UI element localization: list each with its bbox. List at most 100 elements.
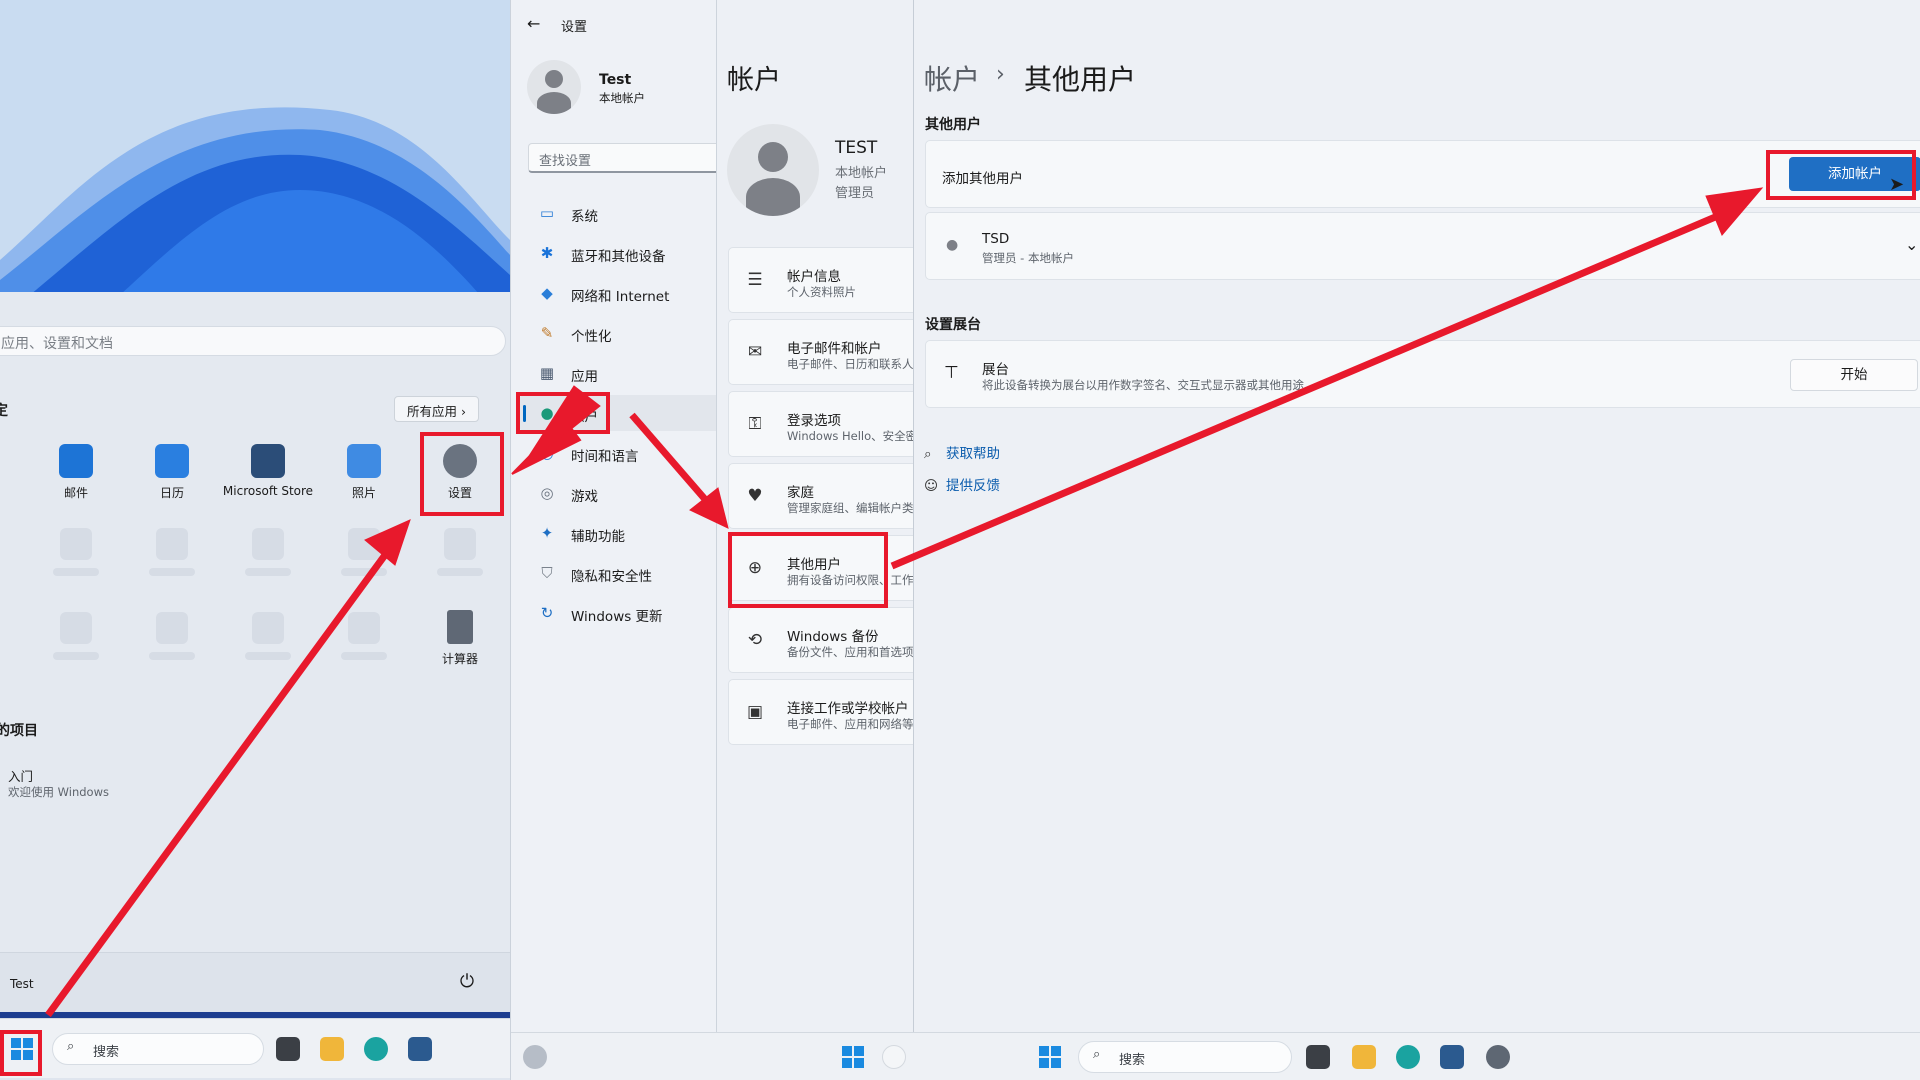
account-item-desc: 备份文件、应用和首选项 [787,645,913,659]
sidebar-item-label: Windows 更新 [571,609,663,625]
edge-icon[interactable] [364,1037,388,1061]
app-placeholder-label [53,568,99,576]
app-label: 日历 [159,486,184,500]
account-item-desc: Windows Hello、安全密 [787,429,913,443]
apps-icon: ▦ [539,364,555,382]
taskbar-search-label: 搜索 [1119,1053,1146,1068]
app-mail[interactable]: 邮件 [28,444,124,501]
brush-icon: ✎ [540,324,554,342]
task-view-icon[interactable] [276,1037,300,1061]
taskbar: ⌕ 搜索 [716,1032,1920,1080]
key-icon: ⚿ [748,414,762,434]
sidebar-item-label: 系统 [571,209,598,225]
back-arrow-icon[interactable]: ← [527,14,540,33]
kiosk-card: ⊤ 展台 将此设备转换为展台以用作数字签名、交互式显示器或其他用途 开始 [925,340,1920,408]
app-placeholder [60,612,92,644]
windows-start-icon[interactable] [842,1046,864,1068]
account-item-family[interactable]: ♥ 家庭 管理家庭组、编辑帐户类 [728,463,913,529]
start-menu: 应用、设置和文档 定 所有应用 › 邮件 日历 Microsoft Store … [0,292,510,1015]
kiosk-section-title: 设置展台 [925,317,981,333]
highlight-add-account-button [1766,150,1916,200]
app-microsoft-store[interactable]: Microsoft Store [220,444,316,498]
find-setting-input[interactable]: 查找设置 [528,143,716,173]
photos-icon [347,444,381,478]
task-view-icon[interactable] [1306,1045,1330,1069]
store-icon[interactable] [408,1037,432,1061]
taskbar-search[interactable]: ⌕ 搜索 [1078,1041,1292,1073]
windows-start-icon[interactable] [1039,1046,1061,1068]
app-placeholder-label [341,652,387,660]
settings-nav-panel: ← 设置 Test 本地帐户 查找设置 ▭ 系统 ✱ 蓝牙和其他设备 ◆ 网络和 In… [510,0,716,1080]
gear-icon[interactable] [1486,1045,1510,1069]
taskbar-search-label: 搜索 [93,1045,120,1060]
recommended-item-desc: 欢迎使用 Windows [8,785,109,799]
recommended-item-title[interactable]: 入门 [8,766,33,785]
sidebar-item-network[interactable]: ◆ 网络和 Internet [519,275,716,311]
account-item-desc: 管理家庭组、编辑帐户类 [787,501,913,515]
taskbar: ⌕ 搜索 [0,1018,510,1078]
sidebar-item-label: 游戏 [571,489,598,505]
account-user-name: TEST [835,138,878,158]
app-calendar[interactable]: 日历 [124,444,220,501]
sidebar-item-apps[interactable]: ▦ 应用 [519,355,716,391]
account-item-info[interactable]: ☰ 帐户信息 个人资料照片 [728,247,913,313]
account-user-role: 管理员 [835,186,875,201]
app-placeholder [252,612,284,644]
get-help-link[interactable]: ⌕ 获取帮助 [924,442,1000,462]
account-item-email[interactable]: ✉ 电子邮件和帐户 电子邮件、日历和联系人 [728,319,913,385]
file-explorer-icon[interactable] [320,1037,344,1061]
edge-icon[interactable] [1396,1045,1420,1069]
account-item-sign-in[interactable]: ⚿ 登录选项 Windows Hello、安全密 [728,391,913,457]
user-entry-card[interactable]: ● TSD 管理员 - 本地帐户 ⌄ [925,212,1920,280]
person-icon: ● [946,237,959,253]
app-label: 邮件 [63,486,88,500]
sidebar-item-bluetooth[interactable]: ✱ 蓝牙和其他设备 [519,235,716,271]
widgets-icon[interactable] [523,1045,547,1069]
all-apps-button[interactable]: 所有应用 › [394,396,479,422]
kiosk-start-button[interactable]: 开始 [1790,359,1918,391]
account-item-desc: 电子邮件、应用和网络等 [787,717,913,731]
breadcrumb-separator-icon: › [996,62,1005,87]
briefcase-icon: ▣ [746,702,764,722]
account-item-work-school[interactable]: ▣ 连接工作或学校帐户 电子邮件、应用和网络等 [728,679,913,745]
app-label: Microsoft Store [222,484,314,498]
taskbar [511,1032,716,1080]
search-icon[interactable] [882,1045,906,1069]
sidebar-item-system[interactable]: ▭ 系统 [519,195,716,231]
mail-icon [59,444,93,478]
store-icon [251,444,285,478]
sidebar-item-time-language[interactable]: ◷ 时间和语言 [519,435,716,471]
account-item-backup[interactable]: ⟲ Windows 备份 备份文件、应用和首选项 [728,607,913,673]
chevron-down-icon[interactable]: ⌄ [1905,235,1918,254]
power-icon[interactable]: ⏻ [452,967,482,997]
highlight-settings-app [420,432,504,516]
search-icon: ⌕ [67,1039,75,1054]
sidebar-item-privacy[interactable]: ⛉ 隐私和安全性 [519,555,716,591]
highlight-accounts-nav [516,392,610,434]
taskbar-search[interactable]: ⌕ 搜索 [52,1033,264,1065]
app-placeholder [348,528,380,560]
store-icon[interactable] [1440,1045,1464,1069]
sidebar-item-personalization[interactable]: ✎ 个性化 [519,315,716,351]
give-feedback-link[interactable]: ☺ 提供反馈 [924,474,1000,494]
shield-icon: ⛉ [541,564,553,582]
app-calculator[interactable]: 计算器 [412,610,508,667]
app-placeholder-label [149,568,195,576]
sidebar-item-accessibility[interactable]: ✦ 辅助功能 [519,515,716,551]
clock-icon: ◷ [540,444,554,462]
start-search-input[interactable]: 应用、设置和文档 [0,326,506,356]
account-item-desc: 电子邮件、日历和联系人 [787,357,913,371]
nav-user-name: Test [599,72,632,88]
sidebar-item-windows-update[interactable]: ↻ Windows 更新 [519,595,716,631]
sidebar-item-label: 个性化 [571,329,612,345]
app-placeholder [156,612,188,644]
system-icon: ▭ [539,204,555,222]
app-photos[interactable]: 照片 [316,444,412,501]
breadcrumb-parent[interactable]: 帐户 [924,58,980,98]
calculator-icon [447,610,473,644]
start-user-name[interactable]: Test [10,977,34,991]
file-explorer-icon[interactable] [1352,1045,1376,1069]
settings-title: 设置 [561,20,588,35]
sidebar-item-gaming[interactable]: ◎ 游戏 [519,475,716,511]
chevron-right-icon: › [461,404,466,419]
